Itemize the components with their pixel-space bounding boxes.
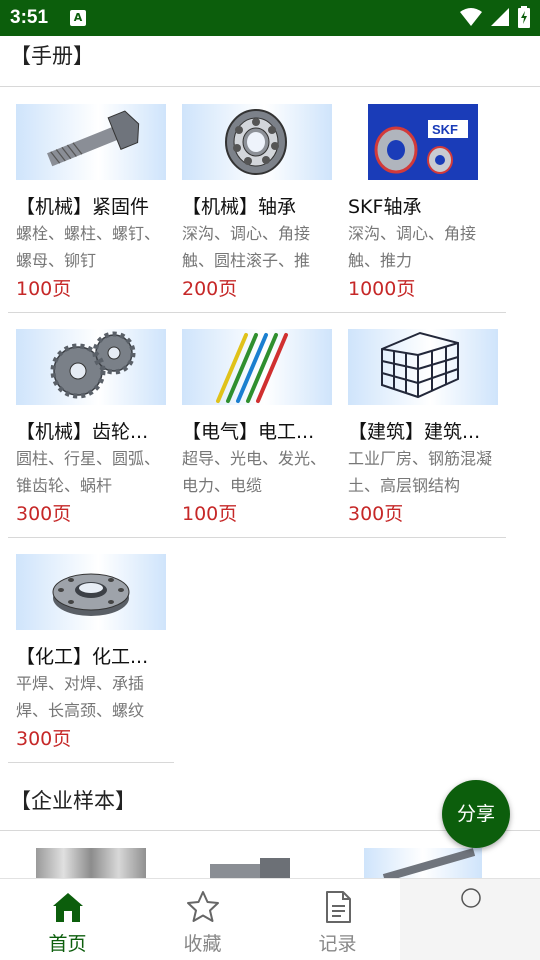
nav-item-records[interactable]: 记录 — [270, 879, 405, 960]
wifi-icon — [460, 8, 482, 26]
card-desc: 圆柱、行星、圆弧、锥齿轮、蜗杆 — [16, 449, 161, 495]
home-icon — [52, 893, 83, 922]
svg-text:SKF: SKF — [432, 122, 458, 137]
status-icons — [460, 6, 530, 28]
bottom-nav: 首页 收藏 记录 — [0, 878, 540, 960]
battery-icon — [518, 6, 530, 28]
card-title: 【化工】化工... — [16, 646, 149, 668]
divider — [8, 537, 506, 538]
section-title-manuals: 【手册】 — [10, 44, 94, 68]
card-title: 【机械】轴承 — [182, 196, 297, 218]
flange-icon — [16, 554, 166, 630]
divider — [8, 312, 506, 313]
building-icon — [348, 329, 498, 405]
card-desc: 深沟、调心、角接触、推力 — [348, 224, 477, 270]
card-pages: 300页 — [16, 728, 72, 750]
card-pages: 300页 — [348, 503, 404, 525]
status-bar: 3:51 A — [0, 0, 540, 36]
a-icon: A — [70, 10, 86, 26]
divider — [8, 762, 174, 763]
sample-thumb[interactable] — [200, 856, 300, 878]
card-pages: 100页 — [182, 503, 238, 525]
nav-item-home[interactable]: 首页 — [0, 879, 135, 960]
star-icon — [186, 891, 219, 922]
card-desc: 超导、光电、发光、电力、电缆 — [182, 449, 327, 495]
document-icon — [325, 891, 351, 923]
card-pages: 100页 — [16, 278, 72, 300]
bearing-icon — [182, 104, 332, 180]
card-desc: 螺栓、螺柱、螺钉、螺母、铆钉 — [16, 224, 161, 270]
bolt-icon — [16, 104, 166, 180]
card-title: 【机械】紧固件 — [16, 196, 150, 218]
nav-label: 记录 — [318, 933, 357, 955]
card-pages: 1000页 — [348, 278, 416, 300]
nav-label: 首页 — [48, 933, 87, 955]
status-time: 3:51 — [10, 7, 49, 28]
card-pages: 300页 — [16, 503, 72, 525]
divider — [0, 86, 540, 87]
card-desc: 平焊、对焊、承插焊、长高颈、螺纹 — [16, 674, 145, 720]
card-desc: 深沟、调心、角接触、圆柱滚子、推 — [182, 224, 311, 270]
nav-label: 收藏 — [183, 933, 222, 955]
sample-thumb[interactable] — [364, 848, 482, 878]
wires-icon — [182, 329, 332, 405]
card-desc: 工业厂房、钢筋混凝土、高层钢结构 — [348, 449, 493, 495]
share-button[interactable]: 分享 — [442, 780, 510, 848]
gears-icon — [16, 329, 166, 405]
card-title: 【机械】齿轮... — [16, 421, 149, 443]
card-title: 【建筑】建筑... — [348, 421, 481, 443]
skf-bearing-icon: SKF — [348, 104, 498, 180]
nav-item-favorites[interactable]: 收藏 — [135, 879, 270, 960]
card-pages: 200页 — [182, 278, 238, 300]
card-title: 【电气】电工... — [182, 421, 315, 443]
signal-icon — [491, 8, 509, 26]
nav-placeholder — [400, 879, 540, 960]
sample-thumb[interactable] — [36, 848, 146, 878]
card-title: SKF轴承 — [348, 196, 422, 218]
circle-icon — [461, 888, 481, 908]
